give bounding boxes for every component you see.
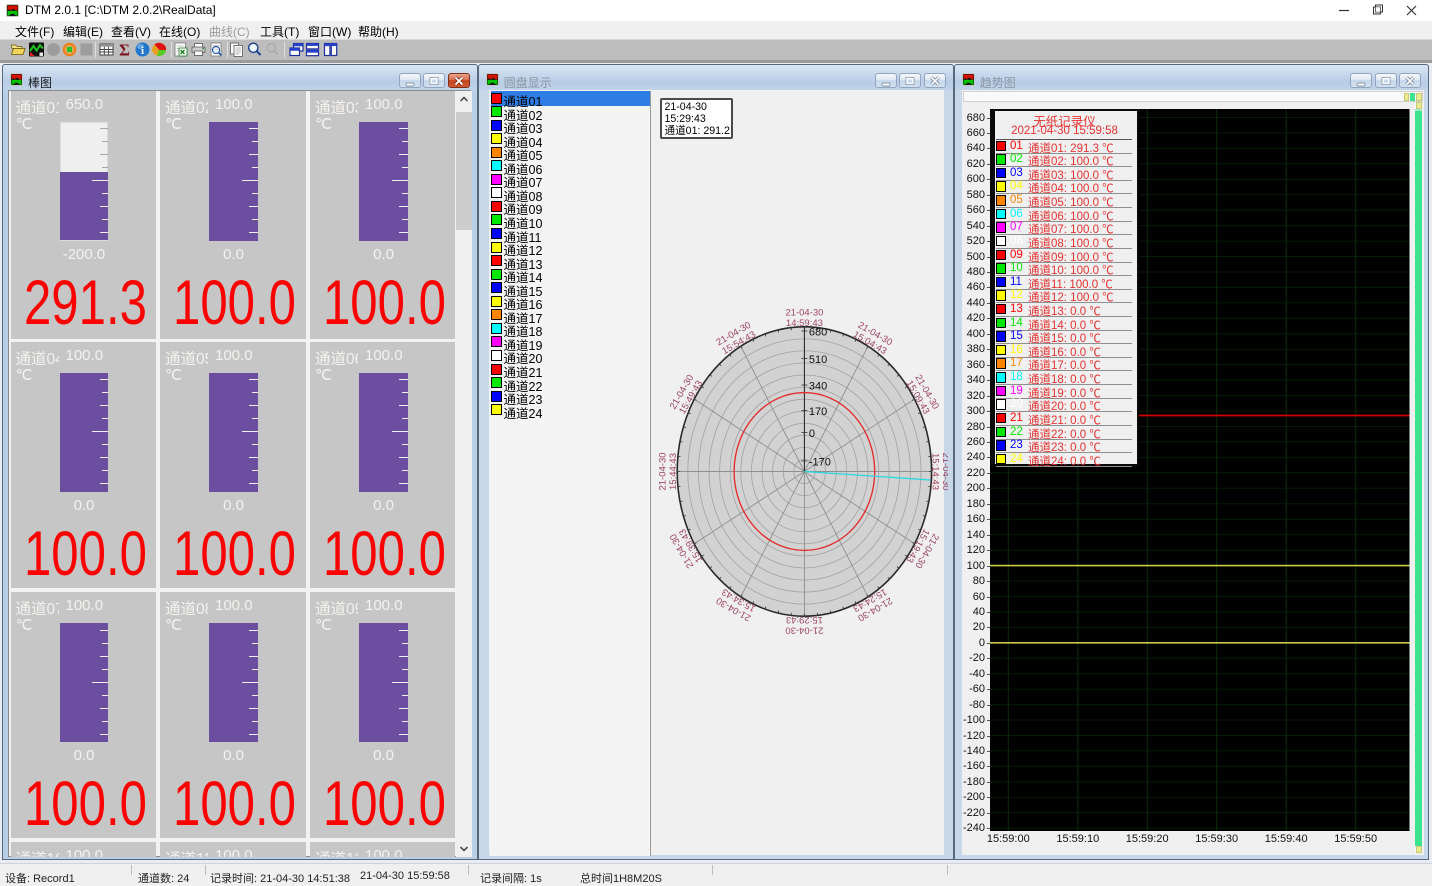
svg-text:510: 510 bbox=[809, 354, 827, 366]
svg-text:21-04-30: 21-04-30 bbox=[658, 452, 669, 490]
svg-text:21-04-30: 21-04-30 bbox=[785, 307, 823, 318]
svg-text:Σ: Σ bbox=[119, 41, 130, 58]
svg-text:15:44:43: 15:44:43 bbox=[668, 453, 679, 490]
svg-text:170: 170 bbox=[809, 406, 827, 418]
svg-text:0: 0 bbox=[809, 428, 815, 440]
svg-text:15:29:43: 15:29:43 bbox=[786, 614, 823, 625]
svg-text:i: i bbox=[141, 45, 144, 57]
svg-text:21-04-30: 21-04-30 bbox=[785, 625, 823, 636]
svg-text:340: 340 bbox=[809, 381, 827, 393]
svg-text:14:59:43: 14:59:43 bbox=[786, 318, 823, 329]
svg-text:15:14:43: 15:14:43 bbox=[930, 453, 941, 490]
svg-text:-170: -170 bbox=[809, 457, 831, 469]
